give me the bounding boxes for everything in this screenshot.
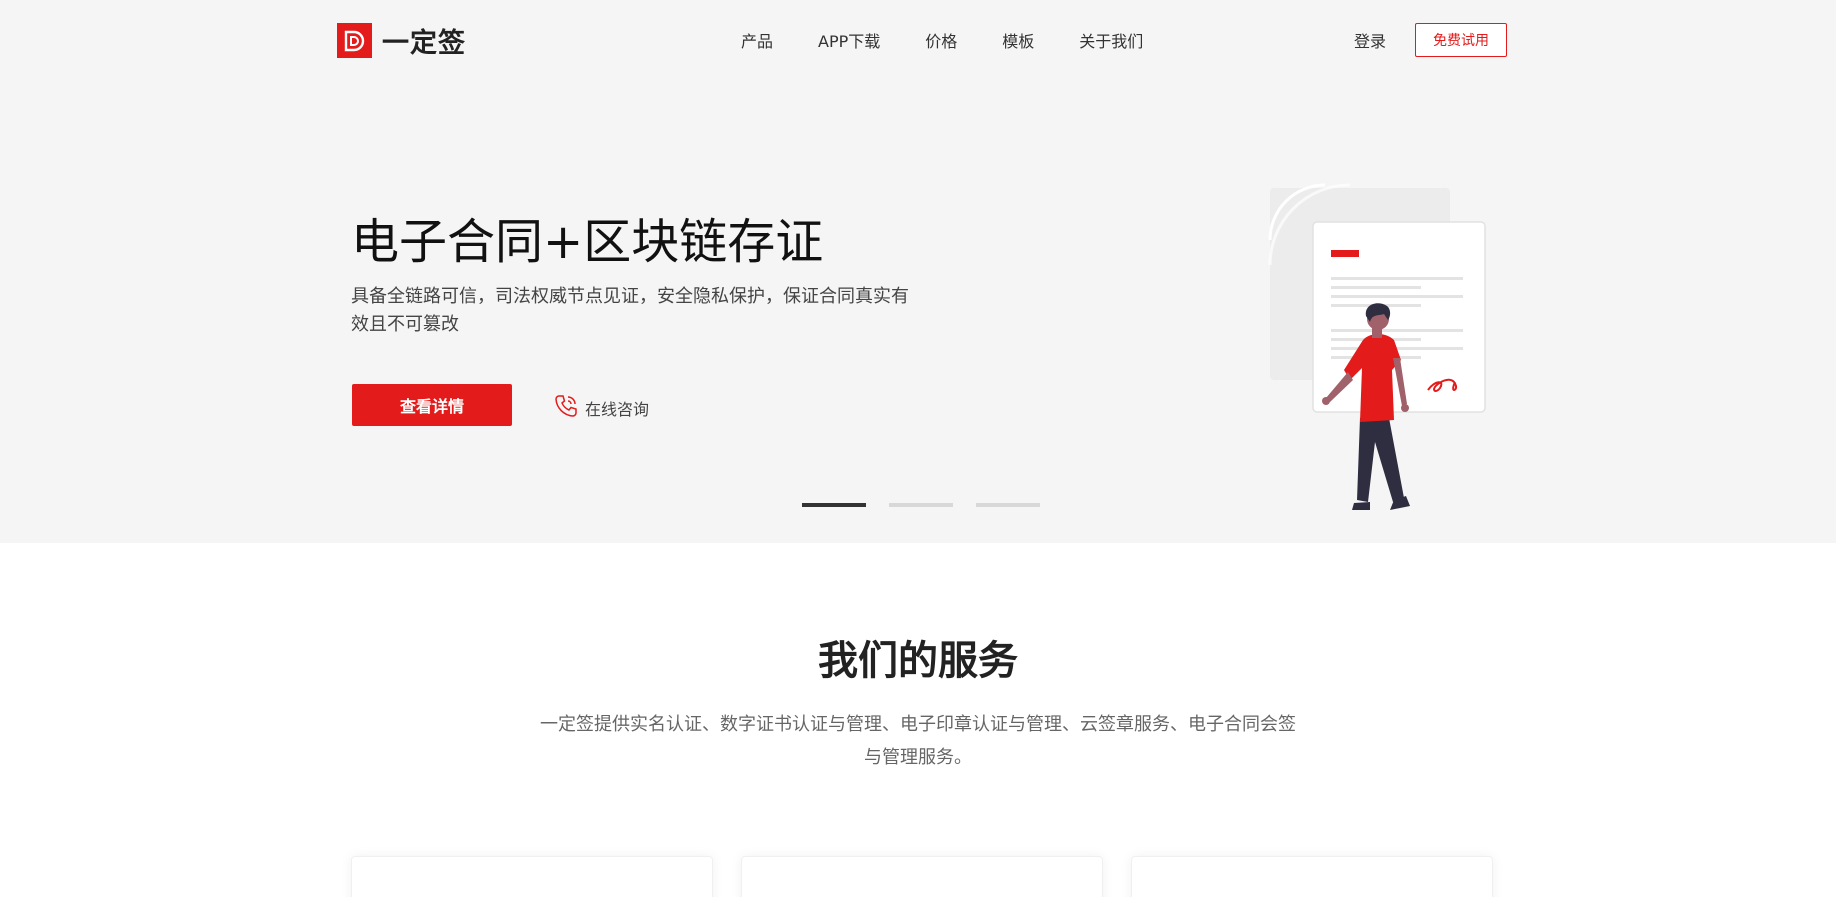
hero-description: 具备全链路可信，司法权威节点见证，安全隐私保护，保证合同真实有效且不可篡改 [351,286,909,335]
carousel-indicators [802,503,1040,507]
service-card[interactable] [351,856,713,897]
contract-illustration [1260,180,1520,525]
nav-item-price[interactable]: 价格 [925,28,957,52]
nav-item-about[interactable]: 关于我们 [1079,28,1143,52]
online-consult-link[interactable]: 在线咨询 [553,393,649,423]
services-title: 我们的服务 [818,638,1018,684]
login-link[interactable]: 登录 [1354,28,1386,52]
carousel-dot[interactable] [889,503,953,507]
nav-item-app-download[interactable]: APP下载 [818,28,880,52]
carousel-dot[interactable] [802,503,866,507]
logo-mark-icon [337,23,372,58]
brand-name: 一定签 [382,28,466,59]
hero-title: 电子合同+区块链存证 [351,214,824,270]
service-card[interactable] [1131,856,1493,897]
free-trial-button[interactable]: 免费试用 [1415,23,1507,57]
brand-logo[interactable]: 一定签 [337,21,466,60]
hero-background [0,0,1836,543]
carousel-dot[interactable] [976,503,1040,507]
main-nav: 产品 APP下载 价格 模板 关于我们 [741,28,1143,52]
view-details-button[interactable]: 查看详情 [352,384,512,426]
site-header: 一定签 产品 APP下载 价格 模板 关于我们 登录 免费试用 [0,0,1836,80]
online-consult-label: 在线咨询 [585,400,650,419]
nav-item-template[interactable]: 模板 [1002,28,1034,52]
nav-item-product[interactable]: 产品 [741,28,773,52]
services-description: 一定签提供实名认证、数字证书认证与管理、电子印章认证与管理、云签章服务、电子合同… [540,714,1296,768]
phone-icon [553,393,579,423]
service-card[interactable] [741,856,1103,897]
